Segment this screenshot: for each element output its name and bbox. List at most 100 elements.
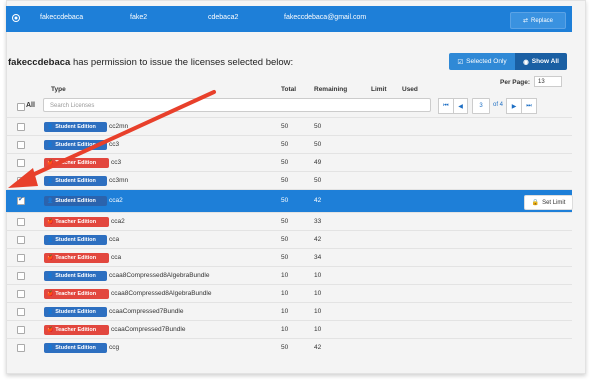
license-total: 50 xyxy=(281,218,289,225)
prev-page-icon[interactable]: ◀ xyxy=(453,98,468,114)
page-count: of 4 xyxy=(492,102,503,108)
check-square-icon: ☑ xyxy=(457,58,464,66)
first-page-icon[interactable]: ⏮ xyxy=(438,98,454,114)
license-remaining: 50 xyxy=(314,123,322,130)
license-row[interactable]: 👤 Student Edition cc3 50 50 xyxy=(6,135,572,154)
license-name: cca xyxy=(111,254,122,261)
student-edition-badge: 👤 Student Edition xyxy=(44,196,107,206)
teacher-edition-badge: 🍎 Teacher Edition xyxy=(44,253,109,263)
user-email: fakeccdebaca@gmail.com xyxy=(284,14,367,21)
row-checkbox[interactable] xyxy=(17,177,25,185)
user-icon: 👤 xyxy=(47,309,54,315)
license-remaining: 10 xyxy=(314,326,322,333)
user-icon: 👤 xyxy=(47,178,54,184)
per-page-input[interactable]: 13 xyxy=(534,76,562,87)
badge-label: Teacher Edition xyxy=(55,219,97,225)
license-total: 10 xyxy=(281,290,289,297)
license-row[interactable]: 🍎 Teacher Edition ccaa8Compressed8AlgebraB… xyxy=(6,284,572,303)
row-checkbox[interactable] xyxy=(17,344,25,352)
row-checkbox[interactable] xyxy=(17,218,25,226)
license-remaining: 42 xyxy=(314,344,322,351)
license-row[interactable]: 👤 Student Edition ccaaCompressed7Bundle 10 1… xyxy=(6,302,572,321)
student-edition-badge: 👤 Student Edition xyxy=(44,140,107,150)
license-remaining: 50 xyxy=(314,141,322,148)
badge-label: Teacher Edition xyxy=(55,291,97,297)
license-remaining: 34 xyxy=(314,254,322,261)
student-edition-badge: 👤 Student Edition xyxy=(44,122,107,132)
badge-label: Student Edition xyxy=(55,273,96,279)
row-checkbox[interactable] xyxy=(17,236,25,244)
row-checkbox[interactable]: ✔ xyxy=(17,196,25,205)
search-input[interactable]: Search Licenses xyxy=(43,98,431,112)
apple-icon: 🍎 xyxy=(47,219,54,225)
license-total: 50 xyxy=(281,236,289,243)
license-row[interactable]: 👤 Student Edition cca 50 42 xyxy=(6,230,572,249)
license-row[interactable]: 👤 Student Edition ccaa8Compressed8AlgebraB… xyxy=(6,266,572,285)
license-row[interactable]: 🍎 Teacher Edition cca2 50 33 xyxy=(6,212,572,231)
student-edition-badge: 👤 Student Edition xyxy=(44,271,107,281)
apple-icon: 🍎 xyxy=(47,255,54,261)
badge-label: Student Edition xyxy=(55,345,96,351)
license-total: 50 xyxy=(281,197,289,204)
badge-label: Teacher Edition xyxy=(55,255,97,261)
license-row[interactable]: 👤 Student Edition ccg 50 42 xyxy=(6,338,572,357)
row-checkbox[interactable] xyxy=(17,159,25,167)
user-col2: fake2 xyxy=(130,14,148,21)
selected-only-button[interactable]: ☑ Selected Only xyxy=(449,53,515,70)
selected-user-row[interactable]: fakeccdebaca fake2 cdebaca2 fakeccdebaca… xyxy=(6,6,572,32)
select-all-checkbox[interactable] xyxy=(17,103,25,111)
badge-label: Student Edition xyxy=(55,198,96,204)
license-row[interactable]: 👤 Student Edition cc3mn 50 50 xyxy=(6,171,572,190)
user-icon: 👤 xyxy=(47,198,54,204)
license-row[interactable]: 👤 Student Edition cc2mn 50 50 xyxy=(6,117,572,136)
license-row[interactable]: ✔ 👤 Student Edition cca2 50 42 🔒 Set Limit xyxy=(6,189,573,213)
license-name: cca xyxy=(109,236,120,243)
page-number-input[interactable]: 3 xyxy=(472,98,490,114)
next-page-icon[interactable]: ▶ xyxy=(506,98,522,114)
row-checkbox[interactable] xyxy=(17,326,25,334)
student-edition-badge: 👤 Student Edition xyxy=(44,176,107,186)
show-all-button[interactable]: ◉ Show All xyxy=(515,53,567,70)
pagination: ⏮ ◀ 3 of 4 ▶ ⏭ xyxy=(438,98,537,114)
license-row[interactable]: 🍎 Teacher Edition ccaaCompressed7Bundle 10 1… xyxy=(6,320,572,339)
user-radio[interactable] xyxy=(13,15,19,21)
set-limit-button[interactable]: 🔒 Set Limit xyxy=(524,195,573,210)
row-checkbox[interactable] xyxy=(17,308,25,316)
row-checkbox[interactable] xyxy=(17,141,25,149)
checkmark-icon: ✔ xyxy=(18,196,24,203)
heading-user: fakeccdebaca xyxy=(8,57,71,68)
user-icon: 👤 xyxy=(47,237,54,243)
student-edition-badge: 👤 Student Edition xyxy=(44,343,107,353)
license-total: 50 xyxy=(281,344,289,351)
user-col1: fakeccdebaca xyxy=(40,14,84,21)
badge-label: Teacher Edition xyxy=(55,160,97,166)
license-name: cca2 xyxy=(111,218,125,225)
badge-label: Student Edition xyxy=(55,309,96,315)
license-total: 10 xyxy=(281,326,289,333)
license-name: cc3 xyxy=(109,141,120,148)
license-name: ccaaCompressed7Bundle xyxy=(109,308,184,315)
row-checkbox[interactable] xyxy=(17,272,25,280)
column-remaining: Remaining xyxy=(314,86,348,93)
replace-button[interactable]: ⇄ Replace xyxy=(510,12,566,29)
license-name: cc3mn xyxy=(109,177,129,184)
last-page-icon[interactable]: ⏭ xyxy=(521,98,537,114)
badge-label: Student Edition xyxy=(55,237,96,243)
student-edition-badge: 👤 Student Edition xyxy=(44,235,107,245)
teacher-edition-badge: 🍎 Teacher Edition xyxy=(44,325,109,335)
license-total: 50 xyxy=(281,177,289,184)
row-checkbox[interactable] xyxy=(17,290,25,298)
license-remaining: 42 xyxy=(314,197,322,204)
license-total: 10 xyxy=(281,308,289,315)
row-checkbox[interactable] xyxy=(17,254,25,262)
badge-label: Student Edition xyxy=(55,178,96,184)
per-page-label: Per Page: xyxy=(500,79,530,86)
license-row[interactable]: 🍎 Teacher Edition cca 50 34 xyxy=(6,248,572,267)
license-name: cc3 xyxy=(111,159,122,166)
license-remaining: 10 xyxy=(314,308,322,315)
license-name: ccaaCompressed7Bundle xyxy=(111,326,186,333)
badge-label: Teacher Edition xyxy=(55,327,97,333)
row-checkbox[interactable] xyxy=(17,123,25,131)
license-row[interactable]: 🍎 Teacher Edition cc3 50 49 xyxy=(6,153,572,172)
replace-label: Replace xyxy=(531,17,554,24)
